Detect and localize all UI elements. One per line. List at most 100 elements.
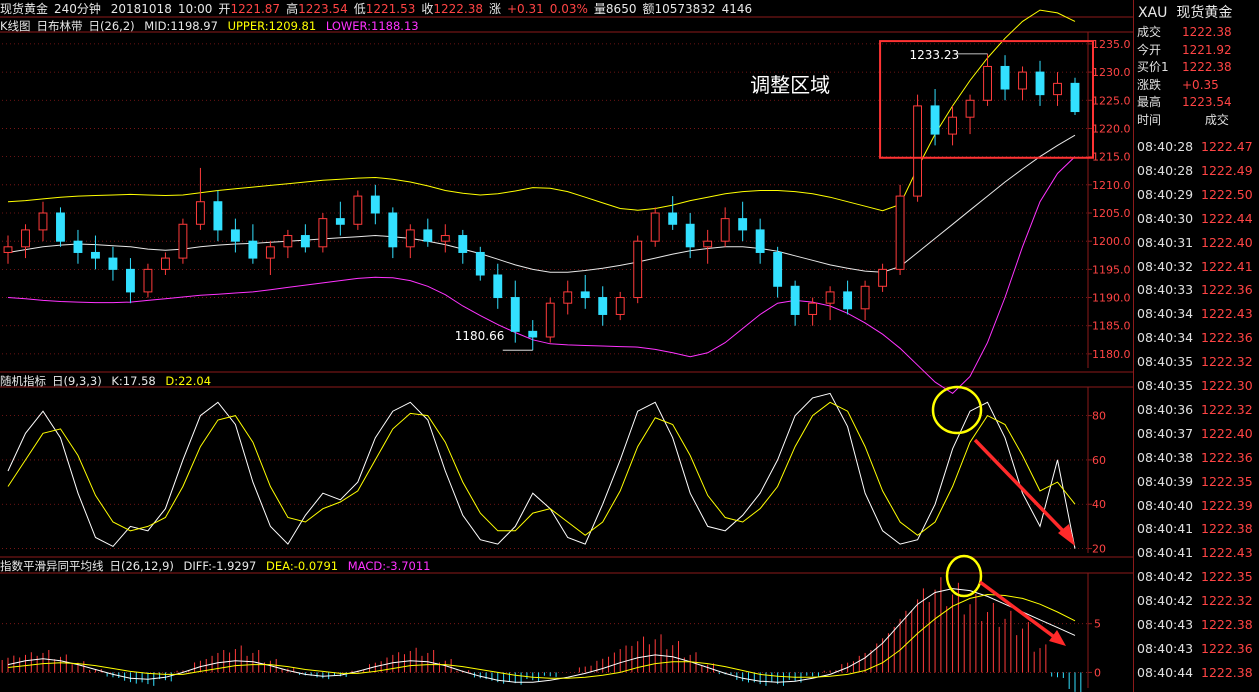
candle-body	[598, 297, 608, 315]
quote-row: 涨跌 +0.35	[1137, 77, 1257, 94]
tick-price: 1222.43	[1201, 306, 1253, 322]
candle-body	[825, 291, 835, 304]
candle-body	[755, 229, 765, 253]
tick-row: 08:40:28 1222.49	[1137, 160, 1259, 182]
candle-body	[126, 268, 135, 293]
quote-row: 今开 1221.92	[1137, 42, 1257, 59]
candle-body	[720, 218, 730, 242]
tick-time: 08:40:34	[1137, 330, 1194, 346]
tick-row: 08:40:43 1222.38	[1137, 614, 1259, 636]
candle-body	[248, 240, 258, 259]
low-price-label: 1180.66	[455, 329, 505, 343]
kdj-d-line	[7, 401, 1076, 536]
y-tick-label: 1185.0	[1092, 320, 1131, 333]
tick-time: 08:40:40	[1137, 497, 1194, 513]
candle-body	[580, 291, 590, 299]
high-price-label: 1233.23	[910, 48, 960, 62]
y-tick-label: 1200.0	[1092, 235, 1131, 248]
sidebar-title: XAU 现货黄金	[1138, 2, 1232, 22]
tick-row: 08:40:29 1222.50	[1137, 184, 1259, 206]
y-tick-label: 1235.0	[1092, 38, 1131, 51]
tick-price: 1222.40	[1201, 234, 1253, 250]
tick-row: 08:40:28 1222.47	[1137, 136, 1259, 158]
y-tick-label: 40	[1092, 498, 1106, 511]
tick-time: 08:40:42	[1137, 569, 1194, 585]
tick-time: 08:40:43	[1137, 617, 1194, 632]
tick-price: 1222.36	[1201, 640, 1253, 656]
tick-row: 08:40:30 1222.44	[1137, 208, 1259, 230]
y-tick-label: 80	[1092, 410, 1106, 423]
candle-body	[458, 235, 468, 253]
tick-time: 08:40:32	[1137, 258, 1194, 274]
candle-body	[405, 229, 415, 248]
candle-body	[1018, 71, 1027, 90]
quote-value: 1223.54	[1182, 95, 1232, 109]
candle-body	[73, 240, 83, 253]
candle-body	[353, 195, 363, 225]
y-tick-label: 1205.0	[1092, 207, 1131, 220]
candle-body	[930, 105, 940, 135]
candle-body	[528, 330, 538, 338]
tick-row: 08:40:34 1222.36	[1137, 327, 1259, 349]
y-tick-label: 0	[1094, 666, 1101, 679]
tick-row: 08:40:35 1222.30	[1137, 375, 1259, 397]
tick-time: 08:40:37	[1137, 425, 1194, 441]
candle-body	[195, 201, 205, 225]
y-tick-label: 20	[1092, 543, 1106, 556]
tick-row: 08:40:43 1222.36	[1137, 638, 1259, 660]
candle-body	[318, 218, 328, 248]
candle-body	[56, 212, 65, 242]
candle-body	[703, 240, 713, 248]
candle-body	[633, 240, 643, 299]
tick-time: 08:40:34	[1137, 306, 1194, 322]
tick-row: 08:40:36 1222.32	[1137, 399, 1259, 421]
candle-body	[510, 297, 520, 332]
candle-body	[91, 251, 100, 259]
candle-body	[440, 235, 450, 242]
candle-body	[1035, 71, 1045, 96]
candle-body	[948, 116, 957, 135]
ticks-header: 时间 成交	[1137, 112, 1257, 129]
tick-price: 1222.39	[1201, 497, 1253, 513]
quote-value: 1222.38	[1182, 25, 1232, 39]
candle-body	[878, 268, 888, 287]
tick-time: 08:40:42	[1137, 593, 1194, 609]
candle-body	[738, 218, 748, 231]
candle-body	[178, 223, 188, 259]
tick-time: 08:40:30	[1137, 210, 1194, 226]
tick-row: 08:40:35 1222.32	[1137, 351, 1259, 373]
y-tick-label: 5	[1094, 618, 1101, 631]
tick-time: 08:40:41	[1137, 545, 1194, 561]
adjustment-zone-label: 调整区域	[750, 73, 830, 97]
y-tick-label: 1220.0	[1092, 122, 1131, 135]
tick-price: 1222.35	[1201, 569, 1253, 585]
tick-row: 08:40:39 1222.35	[1137, 471, 1259, 493]
quote-label: 成交	[1137, 25, 1162, 39]
candle-body	[335, 218, 345, 225]
tick-time: 08:40:36	[1137, 401, 1194, 417]
tick-row: 08:40:42 1222.32	[1137, 590, 1259, 612]
tick-time: 08:40:28	[1137, 162, 1194, 178]
tick-row: 08:40:34 1222.43	[1137, 303, 1259, 325]
tick-price: 1222.35	[1201, 473, 1253, 489]
tick-price: 1222.36	[1201, 282, 1253, 298]
tick-price: 1222.38	[1201, 521, 1253, 537]
candle-body	[913, 105, 923, 197]
candle-body	[860, 285, 870, 310]
candle-body	[160, 257, 170, 270]
kdj-k-line	[7, 392, 1076, 549]
y-tick-label: 1225.0	[1092, 94, 1131, 107]
chart-canvas[interactable]: 1180.0 1185.0 1190.0 1195.0 1200.0 1205.0 1210…	[0, 0, 1133, 692]
candle-body	[283, 235, 293, 248]
tick-price: 1222.32	[1201, 401, 1253, 417]
y-tick-label: 1180.0	[1092, 348, 1131, 361]
candle-body	[668, 212, 678, 225]
tick-price: 1222.36	[1201, 330, 1253, 346]
tick-price: 1222.30	[1201, 378, 1253, 393]
tick-row: 08:40:33 1222.36	[1137, 279, 1259, 301]
candle-body	[790, 285, 800, 315]
y-tick-label: 1190.0	[1092, 292, 1131, 305]
tick-row: 08:40:41 1222.38	[1137, 518, 1259, 540]
candle-body	[545, 302, 555, 338]
tick-time: 08:40:31	[1137, 234, 1194, 250]
